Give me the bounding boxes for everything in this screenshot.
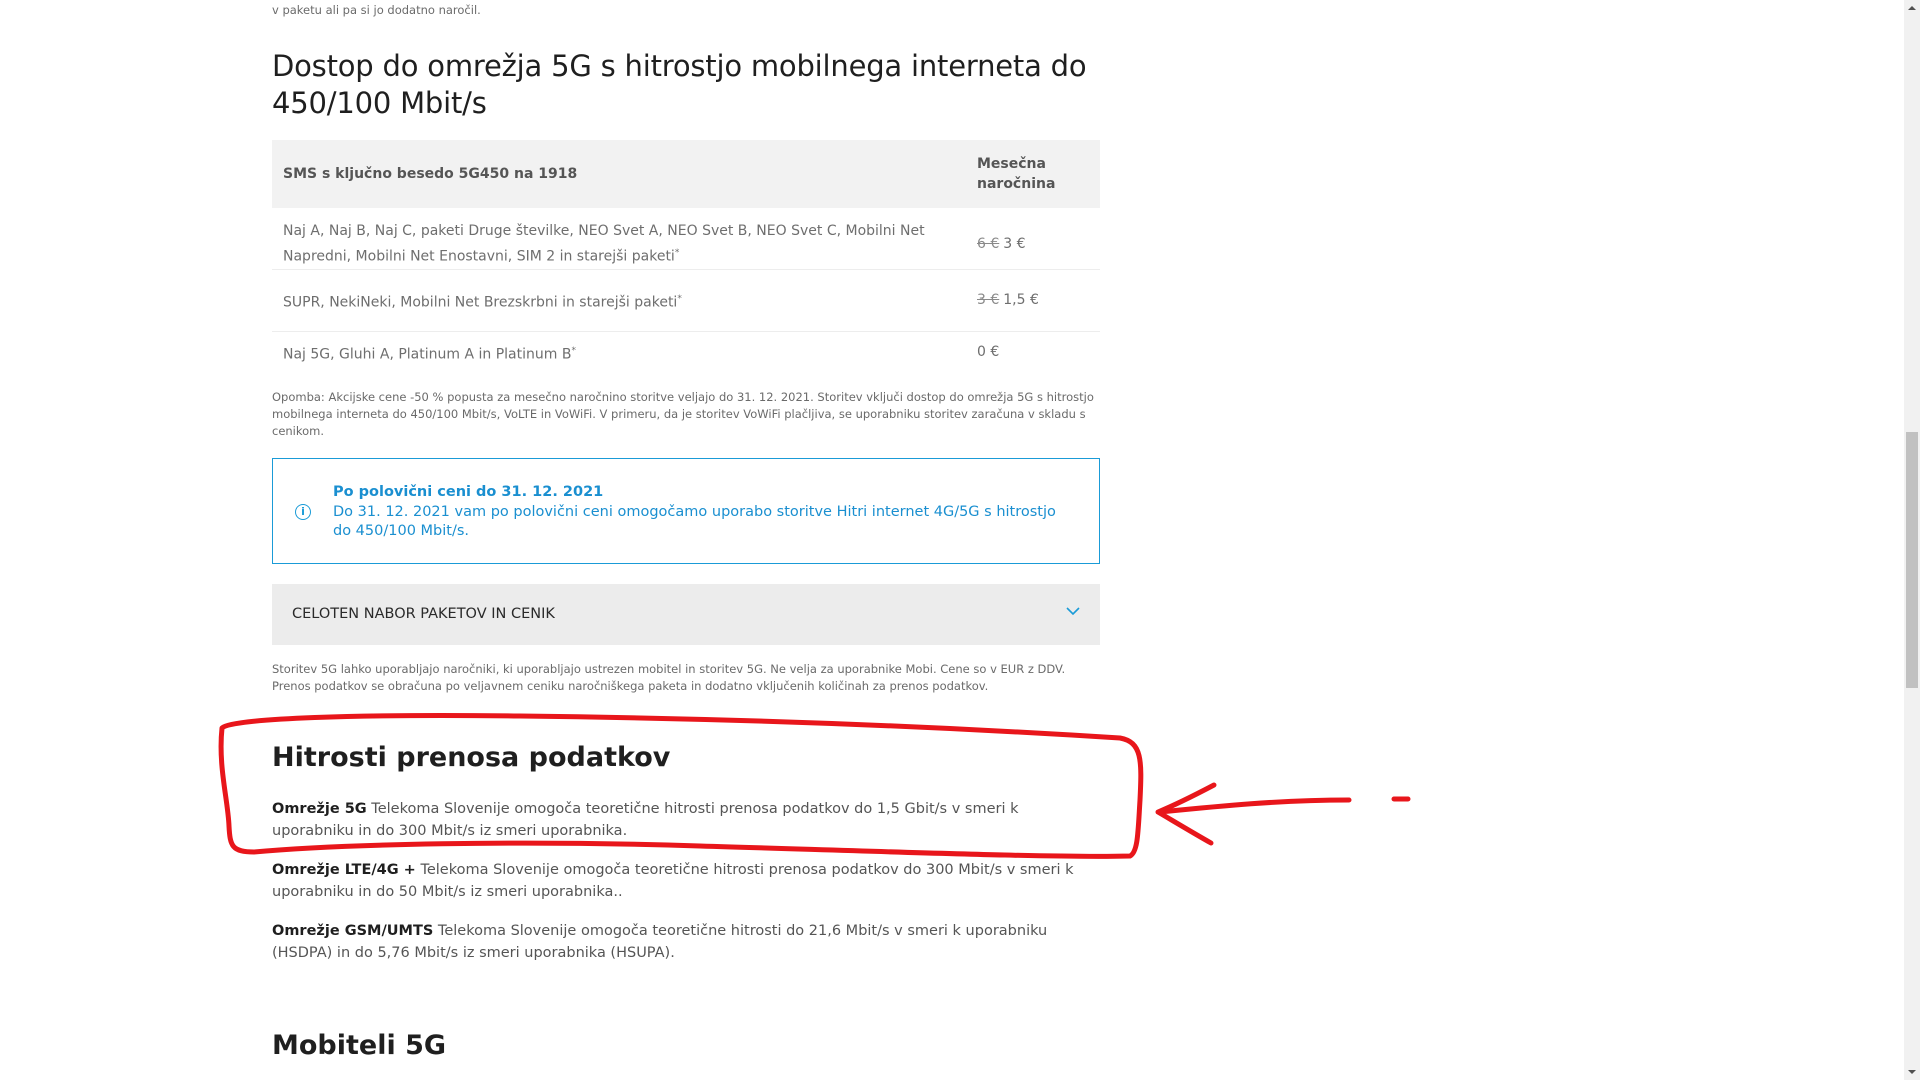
scrollbar-thumb[interactable] (1906, 432, 1918, 688)
table-row: SUPR, NekiNeki, Mobilni Net Brezskrbni i… (272, 270, 1100, 332)
footnote-5g: Storitev 5G lahko uporabljajo naročniki,… (272, 662, 1066, 693)
speed-item-5g: Omrežje 5G Telekoma Slovenije omogoča te… (272, 801, 1019, 839)
info-callout-text: Do 31. 12. 2021 vam po polovični ceni om… (333, 504, 1056, 539)
vertical-scrollbar[interactable] (1904, 0, 1920, 1080)
header-sms-keyword: SMS s ključno besedo 5G450 na 1918 (283, 166, 578, 182)
packages-cell: SUPR, NekiNeki, Mobilni Net Brezskrbni i… (283, 294, 682, 311)
speed-item-lte: Omrežje LTE/4G + Telekoma Slovenije omog… (272, 862, 1074, 900)
annotation-arrow-shaft (1157, 797, 1352, 815)
pricing-table-header: SMS s ključno besedo 5G450 na 1918 Meseč… (272, 140, 1100, 208)
packages-cell: Naj 5G, Gluhi A, Platinum A in Platinum … (283, 346, 576, 363)
table-row: Naj A, Naj B, Naj C, paketi Druge števil… (272, 208, 1100, 270)
chevron-down-icon[interactable] (1064, 602, 1082, 620)
promo-note: Opomba: Akcijske cene -50 % popusta za m… (272, 390, 1094, 438)
price-cell: 6 €3 € (977, 236, 1026, 252)
intro-text-fragment: v paketu ali pa si jo dodatno naročil. (272, 3, 481, 17)
pricing-table: SMS s ključno besedo 5G450 na 1918 Meseč… (272, 140, 1100, 378)
speed-item-gsm-umts: Omrežje GSM/UMTS Telekoma Slovenije omog… (272, 923, 1048, 961)
packages-cell: Naj A, Naj B, Naj C, paketi Druge števil… (283, 223, 925, 265)
accordion-label[interactable]: CELOTEN NABOR PAKETOV IN CENIK (292, 606, 555, 622)
price-cell: 0 € (977, 344, 1000, 360)
price-cell: 3 €1,5 € (977, 292, 1039, 308)
table-row: Naj 5G, Gluhi A, Platinum A in Platinum … (272, 332, 1100, 378)
scroll-up-arrow-icon[interactable] (1904, 0, 1920, 16)
packages-pricing-accordion[interactable]: CELOTEN NABOR PAKETOV IN CENIK (272, 584, 1100, 645)
scroll-down-arrow-icon[interactable] (1904, 1064, 1920, 1080)
info-callout-title: Po polovični ceni do 31. 12. 2021 (333, 484, 604, 500)
info-icon: i (295, 504, 311, 520)
header-monthly-fee: Mesečna naročnina (977, 156, 1056, 192)
section-title-5g-access: Dostop do omrežja 5G s hitrostjo mobilne… (272, 49, 1087, 120)
section-title-mobiteli-5g: Mobiteli 5G (272, 1030, 447, 1061)
annotation-arrow-head (1155, 782, 1217, 846)
info-callout: i Po polovični ceni do 31. 12. 2021 Do 3… (272, 458, 1100, 564)
section-title-speeds: Hitrosti prenosa podatkov (272, 742, 671, 773)
